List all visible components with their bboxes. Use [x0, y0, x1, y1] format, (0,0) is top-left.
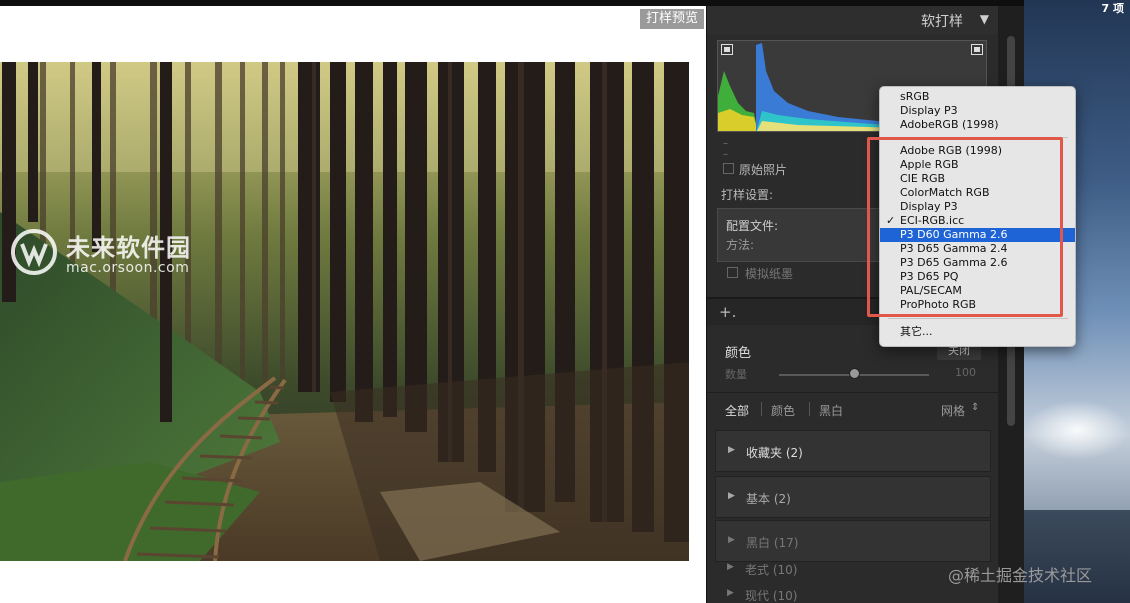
- simulate-paper-label: 模拟纸墨: [745, 267, 794, 281]
- menu-item-recent[interactable]: AdobeRGB (1998): [880, 118, 1075, 132]
- proof-preview-label: 打样预览: [639, 9, 704, 29]
- filter-bw[interactable]: 黑白: [819, 402, 843, 419]
- preset-group-label: 黑白 (17): [746, 536, 799, 550]
- amount-slider-thumb[interactable]: [848, 368, 860, 379]
- original-photo-label: 原始照片: [739, 163, 788, 177]
- collapse-triangle-icon[interactable]: ▼: [980, 12, 989, 26]
- amount-label: 数量: [725, 368, 747, 381]
- original-photo-checkbox[interactable]: [723, 163, 734, 174]
- soft-proof-header[interactable]: 软打样 ▼: [707, 6, 999, 34]
- profile-label: 配置文件:: [726, 219, 779, 233]
- highlight-clipping-icon[interactable]: [971, 44, 983, 55]
- preset-group-label: 老式 (10): [745, 563, 798, 577]
- menu-item-recent[interactable]: Display P3: [880, 104, 1075, 118]
- wallpaper-cloud: [1024, 400, 1130, 460]
- filter-grid[interactable]: 网格: [941, 402, 965, 419]
- preset-filter-bar: 全部 颜色 黑白 网格 ⇕: [707, 392, 999, 426]
- color-label: 颜色: [725, 346, 752, 361]
- simulate-paper-checkbox[interactable]: [727, 267, 738, 278]
- preset-group-label: 收藏夹 (2): [746, 446, 803, 460]
- panel-title: 软打样: [921, 14, 963, 30]
- watermark-title: 未来软件园: [66, 234, 191, 262]
- watermark-url: mac.orsoon.com: [66, 260, 190, 276]
- expand-triangle-icon[interactable]: ▶: [728, 535, 735, 545]
- add-preset-plus-icon[interactable]: +.: [719, 303, 736, 321]
- preset-group-label: 现代 (10): [745, 589, 798, 603]
- preset-group-favorites[interactable]: ▶ 收藏夹 (2): [715, 430, 991, 472]
- menu-separator: [888, 318, 1068, 319]
- filter-separator: [809, 402, 810, 416]
- item-count: 7 项: [1101, 2, 1124, 15]
- amount-value: 100: [955, 366, 976, 379]
- proof-settings-label: 打样设置:: [721, 188, 774, 202]
- watermark-logo-icon: [11, 229, 57, 275]
- site-watermark: 未来软件园 mac.orsoon.com: [10, 228, 220, 288]
- menu-item-other[interactable]: 其它...: [880, 325, 1075, 339]
- filter-separator: [761, 402, 762, 416]
- annotation-highlight-box: [867, 137, 1063, 317]
- filter-all[interactable]: 全部: [725, 402, 749, 419]
- preset-group-label: 基本 (2): [746, 492, 791, 506]
- method-label: 方法:: [726, 238, 755, 252]
- expand-triangle-icon[interactable]: ▶: [727, 588, 734, 598]
- image-canvas: 打样预览 未来软件园 mac.orsoon.com: [0, 6, 706, 603]
- wallpaper-hills: [1024, 510, 1130, 603]
- juejin-watermark: @稀土掘金技术社区: [948, 566, 1093, 585]
- grid-updown-icon[interactable]: ⇕: [971, 402, 979, 413]
- shadow-clipping-icon[interactable]: [721, 44, 733, 55]
- expand-triangle-icon[interactable]: ▶: [728, 491, 735, 501]
- filter-color[interactable]: 颜色: [771, 402, 795, 419]
- forest-railway-photo: [0, 62, 689, 561]
- expand-triangle-icon[interactable]: ▶: [728, 445, 735, 455]
- preset-group-basic[interactable]: ▶ 基本 (2): [715, 476, 991, 518]
- expand-triangle-icon[interactable]: ▶: [727, 562, 734, 572]
- menu-item-recent[interactable]: sRGB: [880, 90, 1075, 104]
